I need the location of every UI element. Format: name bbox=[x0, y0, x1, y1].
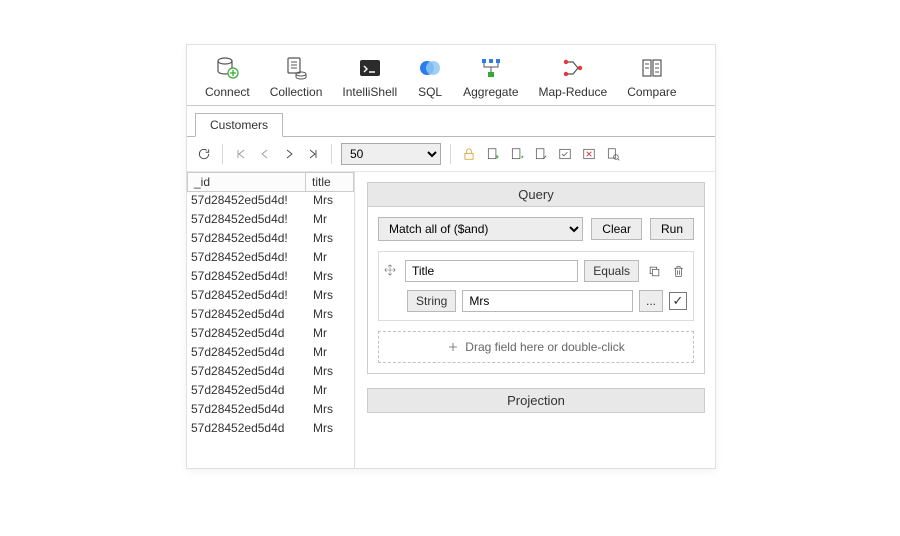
mapreduce-icon bbox=[560, 55, 586, 81]
drag-handle-icon[interactable] bbox=[383, 263, 399, 279]
enabled-checkbox[interactable]: ✓ bbox=[669, 292, 687, 310]
table-row[interactable]: 57d28452ed5d4dMrs bbox=[187, 420, 354, 439]
table-row[interactable]: 57d28452ed5d4dMrs bbox=[187, 363, 354, 382]
app-window: Connect Collection IntelliShell SQL Aggr… bbox=[186, 44, 716, 469]
results-grid: _id title 57d28452ed5d4d!Mrs57d28452ed5d… bbox=[187, 172, 355, 468]
doc-edit-icon[interactable] bbox=[532, 145, 550, 163]
sql-button[interactable]: SQL bbox=[417, 55, 443, 99]
last-page-icon[interactable] bbox=[304, 145, 322, 163]
table-row[interactable]: 57d28452ed5d4dMr bbox=[187, 382, 354, 401]
query-header[interactable]: Query bbox=[367, 182, 705, 207]
mapreduce-button[interactable]: Map-Reduce bbox=[539, 55, 608, 99]
clear-button[interactable]: Clear bbox=[591, 218, 642, 240]
operator-select[interactable]: Equals bbox=[584, 260, 639, 282]
content: _id title 57d28452ed5d4d!Mrs57d28452ed5d… bbox=[187, 172, 715, 468]
compare-icon bbox=[639, 55, 665, 81]
aggregate-button[interactable]: Aggregate bbox=[463, 55, 518, 99]
prev-page-icon[interactable] bbox=[256, 145, 274, 163]
col-title[interactable]: title bbox=[305, 172, 354, 192]
table-row[interactable]: 57d28452ed5d4d!Mrs bbox=[187, 287, 354, 306]
tab-customers[interactable]: Customers bbox=[195, 113, 283, 137]
refresh-icon[interactable] bbox=[195, 145, 213, 163]
doc-search-icon[interactable] bbox=[604, 145, 622, 163]
doc-plus-icon[interactable] bbox=[508, 145, 526, 163]
tab-bar: Customers bbox=[187, 106, 715, 137]
sql-icon bbox=[417, 55, 443, 81]
collection-button[interactable]: Collection bbox=[270, 55, 323, 99]
grid-header: _id title bbox=[187, 172, 354, 192]
drop-zone[interactable]: Drag field here or double-click bbox=[378, 331, 694, 363]
more-button[interactable]: ... bbox=[639, 290, 663, 312]
table-row[interactable]: 57d28452ed5d4dMrs bbox=[187, 401, 354, 420]
table-row[interactable]: 57d28452ed5d4dMr bbox=[187, 325, 354, 344]
nav-row: 50 bbox=[187, 137, 715, 172]
condition-block: Equals String ... ✓ bbox=[378, 251, 694, 321]
table-row[interactable]: 57d28452ed5d4dMr bbox=[187, 344, 354, 363]
run-button[interactable]: Run bbox=[650, 218, 694, 240]
page-size-select[interactable]: 50 bbox=[341, 143, 441, 165]
ribbon: Connect Collection IntelliShell SQL Aggr… bbox=[187, 45, 715, 106]
query-panel: Query Match all of ($and) Clear Run bbox=[355, 172, 715, 468]
match-select[interactable]: Match all of ($and) bbox=[378, 217, 583, 241]
projection-header[interactable]: Projection bbox=[367, 388, 705, 413]
table-row[interactable]: 57d28452ed5d4d!Mr bbox=[187, 249, 354, 268]
field-name-input[interactable] bbox=[405, 260, 578, 282]
doc-delete-icon[interactable] bbox=[580, 145, 598, 163]
doc-add-icon[interactable] bbox=[484, 145, 502, 163]
table-row[interactable]: 57d28452ed5d4d!Mrs bbox=[187, 268, 354, 287]
next-page-icon[interactable] bbox=[280, 145, 298, 163]
database-icon bbox=[214, 55, 240, 81]
table-row[interactable]: 57d28452ed5d4d!Mrs bbox=[187, 192, 354, 211]
lock-icon[interactable] bbox=[460, 145, 478, 163]
trash-icon[interactable] bbox=[669, 262, 687, 280]
document-stack-icon bbox=[283, 55, 309, 81]
col-id[interactable]: _id bbox=[187, 172, 305, 192]
compare-button[interactable]: Compare bbox=[627, 55, 676, 99]
table-row[interactable]: 57d28452ed5d4d!Mrs bbox=[187, 230, 354, 249]
intellishell-button[interactable]: IntelliShell bbox=[342, 55, 397, 99]
type-select[interactable]: String bbox=[407, 290, 456, 312]
connect-button[interactable]: Connect bbox=[205, 55, 250, 99]
first-page-icon[interactable] bbox=[232, 145, 250, 163]
aggregate-icon bbox=[478, 55, 504, 81]
value-input[interactable] bbox=[462, 290, 633, 312]
terminal-icon bbox=[357, 55, 383, 81]
table-row[interactable]: 57d28452ed5d4d!Mr bbox=[187, 211, 354, 230]
copy-icon[interactable] bbox=[645, 262, 663, 280]
doc-check-icon[interactable] bbox=[556, 145, 574, 163]
table-row[interactable]: 57d28452ed5d4dMrs bbox=[187, 306, 354, 325]
plus-icon bbox=[447, 341, 459, 353]
